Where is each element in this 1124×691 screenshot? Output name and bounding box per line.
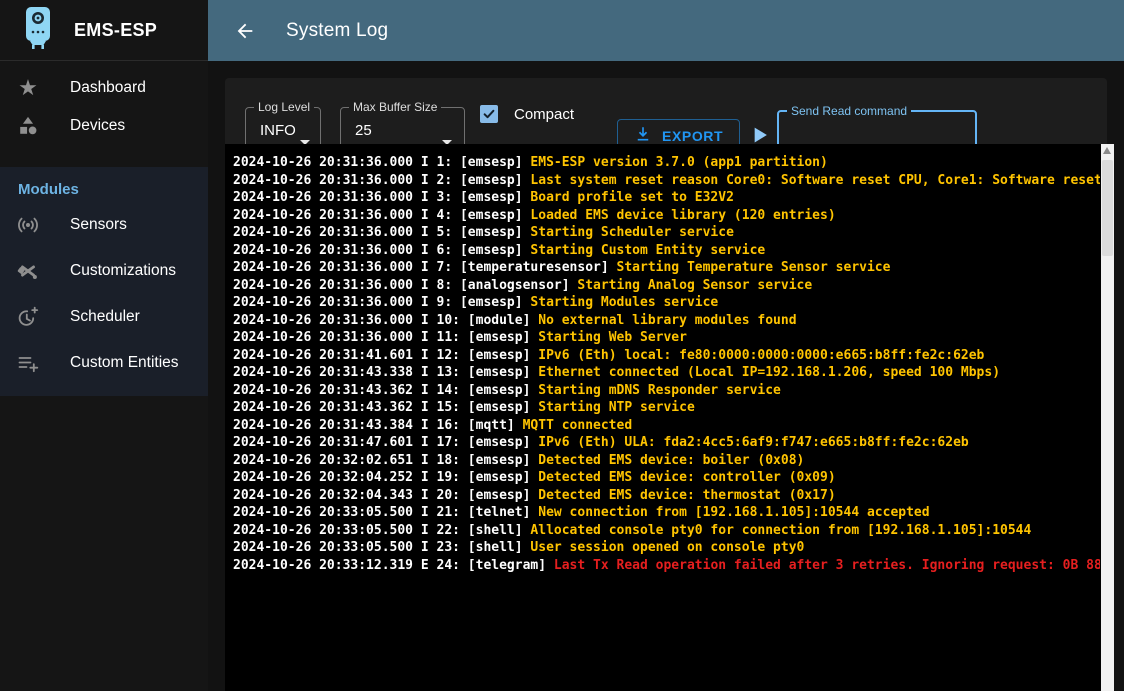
log-line: 2024-10-26 20:31:41.601 I 12: [emsesp] I…: [233, 347, 1100, 365]
app-title: EMS-ESP: [74, 20, 157, 41]
system-log-panel: 2024-10-26 20:31:36.000 I 1: [emsesp] EM…: [225, 144, 1114, 691]
sidebar-item-label: Customizations: [70, 262, 176, 280]
sidebar-item-custom-entities[interactable]: Custom Entities: [0, 340, 208, 386]
sidebar-item-label: Dashboard: [70, 79, 146, 97]
app-logo-row: EMS-ESP: [0, 0, 208, 61]
sidebar-item-scheduler[interactable]: Scheduler: [0, 294, 208, 340]
log-line: 2024-10-26 20:31:36.000 I 11: [emsesp] S…: [233, 329, 1100, 347]
log-level-label: Log Level: [254, 100, 314, 114]
log-line: 2024-10-26 20:32:04.252 I 19: [emsesp] D…: [233, 469, 1100, 487]
log-line: 2024-10-26 20:31:36.000 I 9: [emsesp] St…: [233, 294, 1100, 312]
log-line: 2024-10-26 20:33:05.500 I 23: [shell] Us…: [233, 539, 1100, 557]
sidebar-item-label: Sensors: [70, 216, 127, 234]
log-lines: 2024-10-26 20:31:36.000 I 1: [emsesp] EM…: [233, 154, 1100, 691]
max-buffer-label: Max Buffer Size: [349, 100, 441, 114]
log-line: 2024-10-26 20:31:36.000 I 3: [emsesp] Bo…: [233, 189, 1100, 207]
max-buffer-value: 25: [341, 114, 464, 139]
sidebar: EMS-ESP ★ Dashboard Devices Modules: [0, 0, 208, 691]
log-level-value: INFO: [246, 114, 320, 139]
sidebar-item-label: Devices: [70, 117, 125, 135]
clock-plus-icon: [16, 305, 40, 329]
back-arrow-icon[interactable]: [232, 18, 258, 44]
log-line: 2024-10-26 20:31:43.338 I 13: [emsesp] E…: [233, 364, 1100, 382]
modules-header: Modules: [0, 167, 208, 202]
sidebar-item-label: Scheduler: [70, 308, 140, 326]
log-line: 2024-10-26 20:33:05.500 I 21: [telnet] N…: [233, 504, 1100, 522]
sidebar-item-sensors[interactable]: Sensors: [0, 202, 208, 248]
sidebar-item-devices[interactable]: Devices: [0, 107, 208, 145]
send-read-label: Send Read command: [787, 104, 911, 118]
log-line: 2024-10-26 20:32:04.343 I 20: [emsesp] D…: [233, 487, 1100, 505]
log-line: 2024-10-26 20:31:36.000 I 6: [emsesp] St…: [233, 242, 1100, 260]
log-line: 2024-10-26 20:31:36.000 I 4: [emsesp] Lo…: [233, 207, 1100, 225]
log-line: 2024-10-26 20:31:36.000 I 1: [emsesp] EM…: [233, 154, 1100, 172]
boiler-logo-icon: [20, 6, 56, 55]
log-line: 2024-10-26 20:31:36.000 I 8: [analogsens…: [233, 277, 1100, 295]
scrollbar-thumb[interactable]: [1102, 160, 1113, 256]
sidebar-nav-main: ★ Dashboard Devices: [0, 61, 208, 155]
sidebar-item-customizations[interactable]: Customizations: [0, 248, 208, 294]
category-icon: [16, 114, 40, 138]
compact-checkbox-row[interactable]: Compact: [480, 105, 574, 123]
scrollbar-up-arrow-icon[interactable]: [1103, 147, 1111, 154]
export-button-label: EXPORT: [662, 128, 723, 144]
main-content: System Log Log Level INFO Max Buffer Siz…: [208, 0, 1124, 691]
log-line: 2024-10-26 20:31:43.384 I 16: [mqtt] MQT…: [233, 417, 1100, 435]
log-line: 2024-10-26 20:31:36.000 I 7: [temperatur…: [233, 259, 1100, 277]
topbar: System Log: [208, 0, 1124, 61]
send-read-input[interactable]: [789, 118, 969, 138]
sensors-icon: [16, 213, 40, 237]
log-line: 2024-10-26 20:31:47.601 I 17: [emsesp] I…: [233, 434, 1100, 452]
log-scrollbar[interactable]: [1101, 144, 1114, 691]
app-window: EMS-ESP ★ Dashboard Devices Modules: [0, 0, 1124, 691]
log-line: 2024-10-26 20:32:02.651 I 18: [emsesp] D…: [233, 452, 1100, 470]
log-line: 2024-10-26 20:33:05.500 I 22: [shell] Al…: [233, 522, 1100, 540]
download-icon: [634, 125, 652, 146]
compact-checkbox[interactable]: [480, 105, 498, 123]
sidebar-item-label: Custom Entities: [70, 354, 179, 372]
playlist-add-icon: [16, 351, 40, 375]
log-line: 2024-10-26 20:31:36.000 I 2: [emsesp] La…: [233, 172, 1100, 190]
sidebar-item-dashboard[interactable]: ★ Dashboard: [0, 69, 208, 107]
page-title: System Log: [286, 20, 388, 42]
log-line: 2024-10-26 20:33:12.319 E 24: [telegram]…: [233, 557, 1100, 575]
log-line: 2024-10-26 20:31:36.000 I 5: [emsesp] St…: [233, 224, 1100, 242]
log-line: 2024-10-26 20:31:36.000 I 10: [module] N…: [233, 312, 1100, 330]
check-icon: [482, 107, 496, 121]
star-icon: ★: [16, 76, 40, 100]
log-line: 2024-10-26 20:31:43.362 I 14: [emsesp] S…: [233, 382, 1100, 400]
compact-checkbox-label: Compact: [514, 106, 574, 123]
sidebar-modules-section: Modules Sensors: [0, 167, 208, 396]
tools-icon: [16, 259, 40, 283]
log-line: 2024-10-26 20:31:43.362 I 15: [emsesp] S…: [233, 399, 1100, 417]
